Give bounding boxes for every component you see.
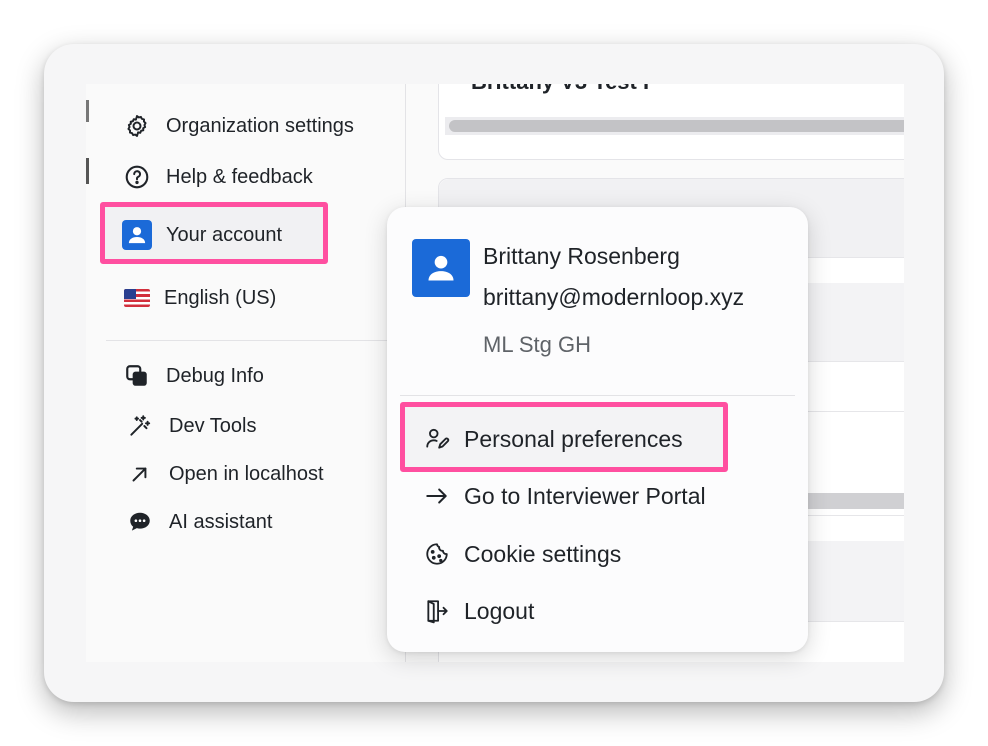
user-pencil-icon bbox=[423, 425, 451, 453]
user-name: Brittany Rosenberg bbox=[483, 243, 680, 269]
chat-bubble-icon bbox=[125, 507, 155, 537]
arrow-up-right-icon bbox=[125, 459, 155, 489]
background-card: Brittany V3 Test I bbox=[438, 84, 904, 160]
menu-item-label: Dev Tools bbox=[169, 414, 257, 437]
user-organization: ML Stg GH bbox=[483, 332, 591, 357]
cookie-icon bbox=[423, 540, 451, 568]
arrow-right-icon bbox=[423, 482, 451, 510]
menu-item-label: English (US) bbox=[164, 286, 277, 309]
help-circle-icon bbox=[122, 162, 152, 192]
menu-item-label: Debug Info bbox=[166, 364, 264, 387]
menu-item-label: Organization settings bbox=[166, 114, 354, 137]
avatar bbox=[412, 239, 470, 297]
magic-wand-icon bbox=[125, 411, 155, 441]
menu-divider bbox=[106, 340, 388, 341]
scrollbar-thumb[interactable] bbox=[449, 120, 904, 132]
menu-item-label: AI assistant bbox=[169, 510, 273, 533]
edge-mark bbox=[86, 158, 89, 184]
cookie-settings-item[interactable]: Cookie settings bbox=[423, 534, 621, 574]
logout-item[interactable]: Logout bbox=[423, 591, 534, 631]
menu-item-label: Help & feedback bbox=[166, 165, 313, 188]
edge-mark bbox=[86, 100, 89, 122]
debug-info-item[interactable]: Debug Info bbox=[122, 358, 264, 394]
popover-item-label: Personal preferences bbox=[464, 425, 683, 452]
menu-item-label: Your account bbox=[166, 223, 283, 246]
open-localhost-item[interactable]: Open in localhost bbox=[125, 456, 324, 492]
debug-squares-icon bbox=[122, 361, 152, 391]
ai-assistant-item[interactable]: AI assistant bbox=[125, 504, 272, 540]
us-flag-icon bbox=[122, 283, 152, 313]
personal-preferences-item[interactable]: Personal preferences bbox=[423, 419, 683, 459]
menu-item-label: Open in localhost bbox=[169, 462, 324, 485]
account-popover: Brittany Rosenberg brittany@modernloop.x… bbox=[387, 207, 808, 652]
popover-item-label: Cookie settings bbox=[464, 540, 622, 567]
dev-tools-item[interactable]: Dev Tools bbox=[125, 408, 256, 444]
your-account-item[interactable]: Your account bbox=[122, 217, 282, 253]
organization-settings-item[interactable]: Organization settings bbox=[122, 108, 354, 144]
popover-divider bbox=[400, 395, 795, 396]
help-feedback-item[interactable]: Help & feedback bbox=[122, 159, 313, 195]
language-item[interactable]: English (US) bbox=[122, 280, 276, 316]
gear-icon bbox=[122, 111, 152, 141]
logout-door-icon bbox=[423, 597, 451, 625]
popover-item-label: Go to Interviewer Portal bbox=[464, 482, 706, 509]
card-title: Brittany V3 Test I bbox=[471, 84, 649, 95]
user-email: brittany@modernloop.xyz bbox=[483, 284, 745, 310]
settings-menu: Organization settings Help & feedback Yo… bbox=[86, 84, 406, 662]
popover-item-label: Logout bbox=[464, 597, 535, 624]
horizontal-scrollbar[interactable] bbox=[445, 117, 904, 135]
user-avatar-icon bbox=[122, 220, 152, 250]
user-avatar-icon bbox=[428, 255, 454, 281]
interviewer-portal-item[interactable]: Go to Interviewer Portal bbox=[423, 476, 706, 516]
